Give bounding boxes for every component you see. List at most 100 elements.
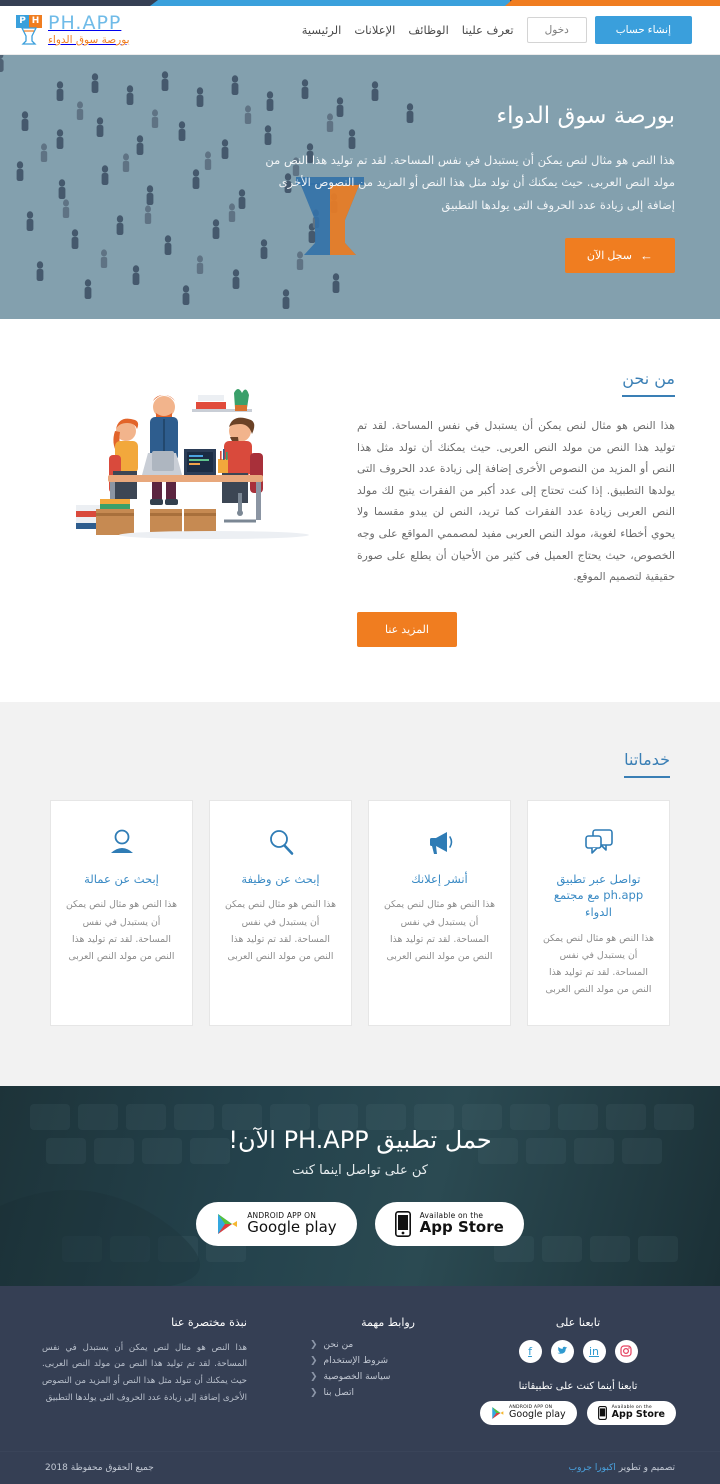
twitter-icon[interactable] xyxy=(550,1339,574,1363)
site-header: إنشاء حساب دخول تعرف علينا الوظائف الإعل… xyxy=(0,6,720,55)
signup-button[interactable]: إنشاء حساب xyxy=(594,16,692,44)
logo-text: PH.APP بورصة سوق الدواء xyxy=(48,12,130,46)
list-item: من نحن ❮ xyxy=(310,1340,415,1350)
about-copy: من نحن هذا النص هو مثال لنص يمكن أن يستب… xyxy=(357,369,675,647)
service-card-body: هذا النص هو مثال لنص يمكن أن يستبدل في ن… xyxy=(224,899,337,962)
about-section: من نحن هذا النص هو مثال لنص يمكن أن يستب… xyxy=(0,319,720,702)
chevron-left-icon: ❮ xyxy=(310,1371,318,1382)
service-card-chat[interactable]: تواصل عبر تطبيق ph.app مع مجتمع الدواء ه… xyxy=(527,799,670,1026)
arrow-left-icon: ← xyxy=(640,248,653,264)
download-app-section: حمل تطبيق PH.APP الآن! كن على تواصل اينم… xyxy=(0,1085,720,1286)
magnifier-icon xyxy=(224,823,337,861)
about-heading: من نحن xyxy=(622,369,675,397)
team-at-desk-illustration xyxy=(75,389,309,539)
nav-item-ads[interactable]: الإعلانات xyxy=(354,23,395,37)
service-card-body: هذا النص هو مثال لنص يمكن أن يستبدل في ن… xyxy=(65,899,178,962)
footer-app-store-big-label: App Store xyxy=(611,1409,665,1421)
google-play-big-label: Google play xyxy=(247,1217,337,1236)
google-play-triangle-icon xyxy=(492,1406,504,1419)
copyright-bar: تصميم و تطوير اكبورا جروب جميع الحقوق مح… xyxy=(0,1450,720,1484)
top-accent-blue-segment xyxy=(150,0,510,6)
footer-link-privacy[interactable]: سياسة الخصوصية ❮ xyxy=(310,1372,415,1382)
google-play-badge[interactable]: ANDROID APP ON Google play xyxy=(196,1201,357,1246)
nav-item-about[interactable]: تعرف علينا xyxy=(462,23,514,37)
service-card-body: هذا النص هو مثال لنص يمكن أن يستبدل في ن… xyxy=(542,932,655,996)
about-illustration xyxy=(45,369,337,543)
rights-text: جميع الحقوق محفوظة 2018 xyxy=(45,1462,154,1473)
apple-phone-icon xyxy=(394,1210,411,1237)
hero-register-button[interactable]: ← سجل الآن xyxy=(564,238,675,274)
about-text: هذا النص هو مثال لنص يمكن أن يستبدل في ن… xyxy=(357,419,675,584)
linkedin-icon[interactable]: in xyxy=(582,1339,606,1363)
service-card-jobs[interactable]: إبحث عن وظيفة هذا النص هو مثال لنص يمكن … xyxy=(209,799,352,1026)
top-accent-orange-segment xyxy=(505,0,720,6)
hero-section: بورصة سوق الدواء هذا النص هو مثال لنص يم… xyxy=(0,55,720,319)
about-more-button[interactable]: المزيد عنا xyxy=(357,611,457,647)
credit-prefix: تصميم و تطوير xyxy=(618,1462,675,1473)
chevron-left-icon: ❮ xyxy=(310,1387,318,1398)
site-logo[interactable]: PH.APP بورصة سوق الدواء P H xyxy=(16,12,130,46)
footer-app-store-badge[interactable]: Available on the App Store xyxy=(586,1400,676,1425)
google-play-text: ANDROID APP ON Google play xyxy=(247,1211,337,1236)
instagram-icon[interactable] xyxy=(614,1339,638,1363)
list-item: سياسة الخصوصية ❮ xyxy=(310,1372,415,1382)
footer-link-label: شروط الإستخدام xyxy=(323,1355,389,1366)
download-subtitle: كن على تواصل اينما كنت xyxy=(292,1162,428,1178)
service-card-workers[interactable]: إبحث عن عمالة هذا النص هو مثال لنص يمكن … xyxy=(50,799,193,1026)
logo-mark: P H xyxy=(16,14,42,45)
list-item: اتصل بنا ❮ xyxy=(310,1388,415,1398)
top-accent-bar xyxy=(0,0,720,6)
chat-bubbles-icon xyxy=(542,823,655,861)
app-store-big-label: App Store xyxy=(419,1217,504,1236)
footer-link-label: من نحن xyxy=(323,1339,354,1350)
main-navigation: إنشاء حساب دخول تعرف علينا الوظائف الإعل… xyxy=(302,16,704,44)
service-card-title: إبحث عن وظيفة xyxy=(241,871,320,886)
hero-content: بورصة سوق الدواء هذا النص هو مثال لنص يم… xyxy=(260,55,720,274)
nav-item-home[interactable]: الرئيسية xyxy=(302,23,342,37)
app-store-badge[interactable]: Available on the App Store xyxy=(374,1201,524,1246)
footer-app-store-text: Available on the App Store xyxy=(611,1405,665,1421)
footer-links-heading: روابط مهمة xyxy=(361,1315,415,1329)
services-section: خدماتنا تواصل عبر تطبيق ph.app مع مجتمع … xyxy=(0,701,720,1086)
login-button[interactable]: دخول xyxy=(526,17,587,43)
download-title: حمل تطبيق PH.APP الآن! xyxy=(228,1125,492,1154)
social-links: in f xyxy=(478,1339,678,1363)
apple-phone-icon xyxy=(597,1405,607,1420)
service-card-title: أنشر إعلانك xyxy=(411,871,468,886)
auth-actions: إنشاء حساب دخول xyxy=(526,16,692,44)
hero-title: بورصة سوق الدواء xyxy=(496,103,675,129)
service-card-ads[interactable]: أنشر إعلانك هذا النص هو مثال لنص يمكن أن… xyxy=(368,799,511,1026)
nav-item-jobs[interactable]: الوظائف xyxy=(408,23,448,37)
keyboard-background-image xyxy=(0,1103,694,1286)
site-footer: تابعنا على in f تابعنا أينما كنت على تطب… xyxy=(0,1285,720,1451)
services-card-list: تواصل عبر تطبيق ph.app مع مجتمع الدواء ه… xyxy=(50,799,670,1026)
facebook-icon[interactable]: f xyxy=(518,1339,542,1363)
footer-links-column: روابط مهمة من نحن ❮ شروط الإستخدام ❮ سيا… xyxy=(310,1316,415,1425)
apps-heading: تابعنا أينما كنت على تطبيقاتنا xyxy=(518,1380,638,1392)
footer-link-about[interactable]: من نحن ❮ xyxy=(310,1340,415,1350)
footer-link-terms[interactable]: شروط الإستخدام ❮ xyxy=(310,1356,415,1366)
footer-link-contact[interactable]: اتصل بنا ❮ xyxy=(310,1388,415,1398)
footer-link-label: سياسة الخصوصية xyxy=(323,1371,391,1382)
service-card-title: تواصل عبر تطبيق ph.app مع مجتمع الدواء xyxy=(553,871,644,920)
footer-google-play-text: ANDROID APP ON Google play xyxy=(509,1405,566,1420)
chevron-left-icon: ❮ xyxy=(310,1355,318,1366)
service-card-body: هذا النص هو مثال لنص يمكن أن يستبدل في ن… xyxy=(383,899,496,962)
list-item: شروط الإستخدام ❮ xyxy=(310,1356,415,1366)
about-heading-wrap: من نحن xyxy=(357,369,675,397)
hero-description: هذا النص هو مثال لنص يمكن أن يستبدل في ن… xyxy=(265,153,675,212)
footer-google-play-badge[interactable]: ANDROID APP ON Google play xyxy=(480,1400,577,1425)
footer-about-text: هذا النص هو مثال لنص يمكن أن يستبدل في ن… xyxy=(42,1342,247,1403)
logo-name: PH.APP xyxy=(48,12,122,35)
mortar-pestle-icon xyxy=(20,27,38,45)
footer-about-column: نبذة مختصرة عنا هذا النص هو مثال لنص يمك… xyxy=(42,1316,247,1425)
service-card-title: إبحث عن عمالة xyxy=(84,871,159,886)
footer-link-list: من نحن ❮ شروط الإستخدام ❮ سياسة الخصوصية… xyxy=(310,1340,415,1398)
footer-social-column: تابعنا على in f تابعنا أينما كنت على تطب… xyxy=(478,1316,678,1425)
footer-link-label: اتصل بنا xyxy=(323,1387,354,1398)
credit-link[interactable]: اكبورا جروب xyxy=(569,1463,616,1473)
store-badge-row: Available on the App Store ANDROID APP O… xyxy=(196,1201,524,1246)
footer-about-heading: نبذة مختصرة عنا xyxy=(171,1315,247,1329)
google-play-triangle-icon xyxy=(218,1213,238,1234)
person-icon xyxy=(65,823,178,861)
